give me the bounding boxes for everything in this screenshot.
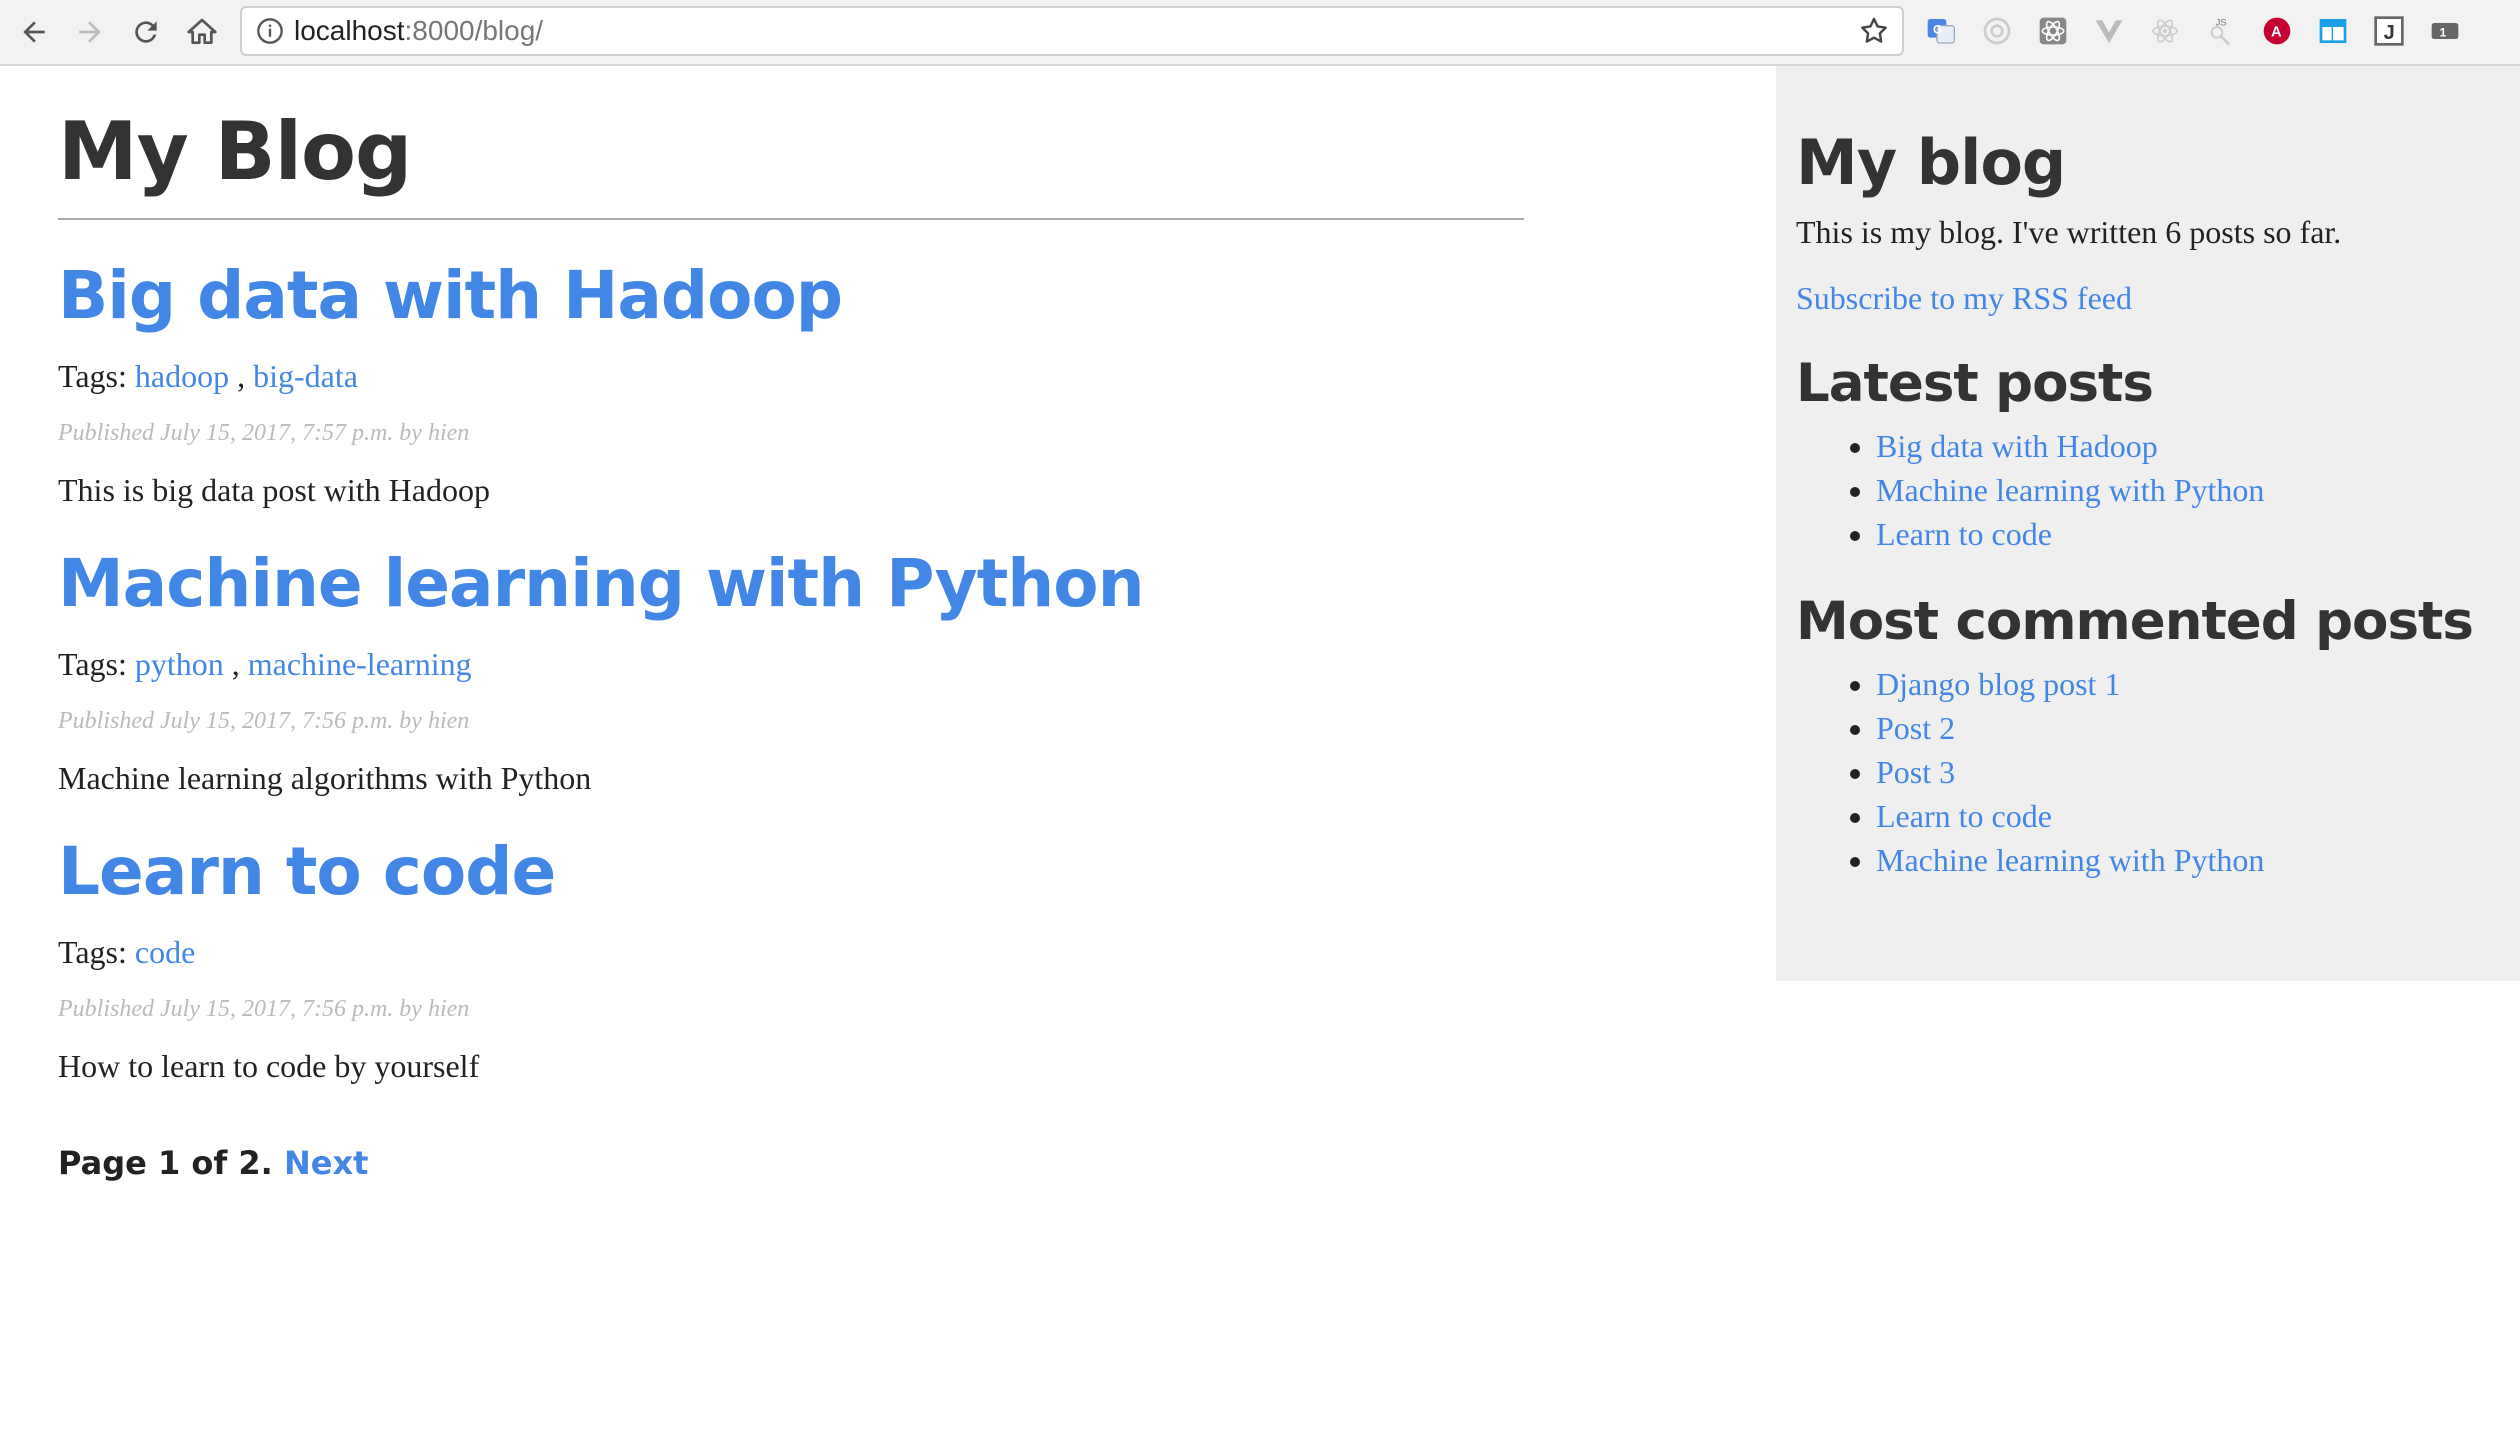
pagination: Page 1 of 2. Next: [58, 1144, 1524, 1182]
list-item: Django blog post 1: [1876, 662, 2500, 706]
j-extension-icon[interactable]: J: [2372, 14, 2406, 48]
list-item: Big data with Hadoop: [1876, 424, 2500, 468]
tag-link[interactable]: big-data: [253, 358, 358, 394]
most-commented-link[interactable]: Machine learning with Python: [1876, 842, 2264, 878]
forward-button[interactable]: [68, 10, 112, 54]
latest-post-link[interactable]: Learn to code: [1876, 516, 2052, 552]
url-path: :8000/blog/: [404, 15, 544, 46]
svg-text:G: G: [1933, 23, 1942, 37]
window-extension-icon[interactable]: [2316, 14, 2350, 48]
reload-button[interactable]: [124, 10, 168, 54]
tag-extension-icon[interactable]: 1: [2428, 14, 2462, 48]
tags-label: Tags:: [58, 646, 127, 682]
list-item: Machine learning with Python: [1876, 838, 2500, 882]
page-title: My Blog: [58, 106, 1524, 220]
most-commented-list: Django blog post 1 Post 2 Post 3 Learn t…: [1796, 662, 2500, 882]
post-excerpt: This is big data post with Hadoop: [58, 472, 490, 508]
url-text[interactable]: localhost:8000/blog/: [294, 8, 543, 54]
address-bar[interactable]: localhost:8000/blog/: [240, 6, 1904, 56]
post-tags: Tags: python , machine-learning: [58, 646, 472, 682]
latest-post-link[interactable]: Machine learning with Python: [1876, 472, 2264, 508]
main-content: My Blog Big data with Hadoop Tags: hadoo…: [58, 66, 1524, 1182]
circle-extension-icon[interactable]: [1980, 14, 2014, 48]
most-commented-link[interactable]: Learn to code: [1876, 798, 2052, 834]
tags-label: Tags:: [58, 358, 127, 394]
post-item: Big data with Hadoop Tags: hadoop , big-…: [58, 256, 1524, 510]
svg-text:A: A: [2271, 24, 2282, 40]
list-item: Machine learning with Python: [1876, 468, 2500, 512]
tags-label: Tags:: [58, 934, 127, 970]
tag-link[interactable]: python: [135, 646, 224, 682]
post-title-link[interactable]: Machine learning with Python: [58, 544, 1524, 624]
most-commented-link[interactable]: Post 2: [1876, 710, 1955, 746]
info-icon[interactable]: [256, 17, 284, 45]
sidebar-title: My blog: [1796, 126, 2066, 199]
list-item: Post 2: [1876, 706, 2500, 750]
forward-arrow-icon: [79, 21, 101, 43]
vue-devtools-icon[interactable]: [2092, 14, 2126, 48]
url-host: localhost: [294, 15, 405, 46]
list-item: Post 3: [1876, 750, 2500, 794]
svg-text:J: J: [2384, 22, 2395, 44]
browser-toolbar: localhost:8000/blog/ G JS A J 1: [0, 0, 2520, 66]
sidebar: My blog This is my blog. I've written 6 …: [1776, 66, 2520, 981]
post-published-date: Published July 15, 2017, 7:56 p.m. by hi…: [58, 708, 470, 734]
back-arrow-icon: [23, 21, 45, 43]
home-icon: [187, 18, 217, 44]
tag-link[interactable]: code: [135, 934, 195, 970]
post-tags: Tags: code: [58, 932, 1524, 972]
latest-post-link[interactable]: Big data with Hadoop: [1876, 428, 2158, 464]
post-published-date: Published July 15, 2017, 7:56 p.m. by hi…: [58, 996, 470, 1022]
reload-icon: [135, 21, 157, 43]
js-search-extension-icon[interactable]: JS: [2204, 14, 2238, 48]
post-excerpt: How to learn to code by yourself: [58, 1048, 480, 1084]
react-devtools-icon[interactable]: [2036, 14, 2070, 48]
next-page-link[interactable]: Next: [284, 1144, 368, 1182]
home-button[interactable]: [180, 10, 224, 54]
react-icon[interactable]: [2148, 14, 2182, 48]
most-commented-link[interactable]: Post 3: [1876, 754, 1955, 790]
back-button[interactable]: [12, 10, 56, 54]
post-item: Learn to code Tags: code Published July …: [58, 832, 1524, 1086]
most-commented-link[interactable]: Django blog post 1: [1876, 666, 2120, 702]
angular-extension-icon[interactable]: A: [2260, 14, 2294, 48]
most-commented-heading: Most commented posts: [1796, 591, 2474, 652]
post-title-link[interactable]: Learn to code: [58, 832, 1524, 912]
post-item: Machine learning with Python Tags: pytho…: [58, 544, 1524, 798]
post-title-link[interactable]: Big data with Hadoop: [58, 256, 1524, 336]
latest-posts-heading: Latest posts: [1796, 353, 2154, 414]
translate-extension-icon[interactable]: G: [1924, 14, 1958, 48]
post-tags: Tags: hadoop , big-data: [58, 358, 358, 394]
list-item: Learn to code: [1876, 794, 2500, 838]
list-item: Learn to code: [1876, 512, 2500, 556]
bookmark-star-icon[interactable]: [1858, 15, 1890, 47]
svg-text:1: 1: [2440, 25, 2447, 39]
sidebar-description: This is my blog. I've written 6 posts so…: [1796, 214, 2342, 250]
rss-feed-link[interactable]: Subscribe to my RSS feed: [1796, 278, 2500, 318]
tag-link[interactable]: hadoop: [135, 358, 229, 394]
post-excerpt: Machine learning algorithms with Python: [58, 760, 592, 796]
tag-link[interactable]: machine-learning: [248, 646, 472, 682]
latest-posts-list: Big data with Hadoop Machine learning wi…: [1796, 424, 2500, 556]
pagination-status: Page 1 of 2.: [58, 1144, 273, 1182]
post-published-date: Published July 15, 2017, 7:57 p.m. by hi…: [58, 420, 470, 446]
